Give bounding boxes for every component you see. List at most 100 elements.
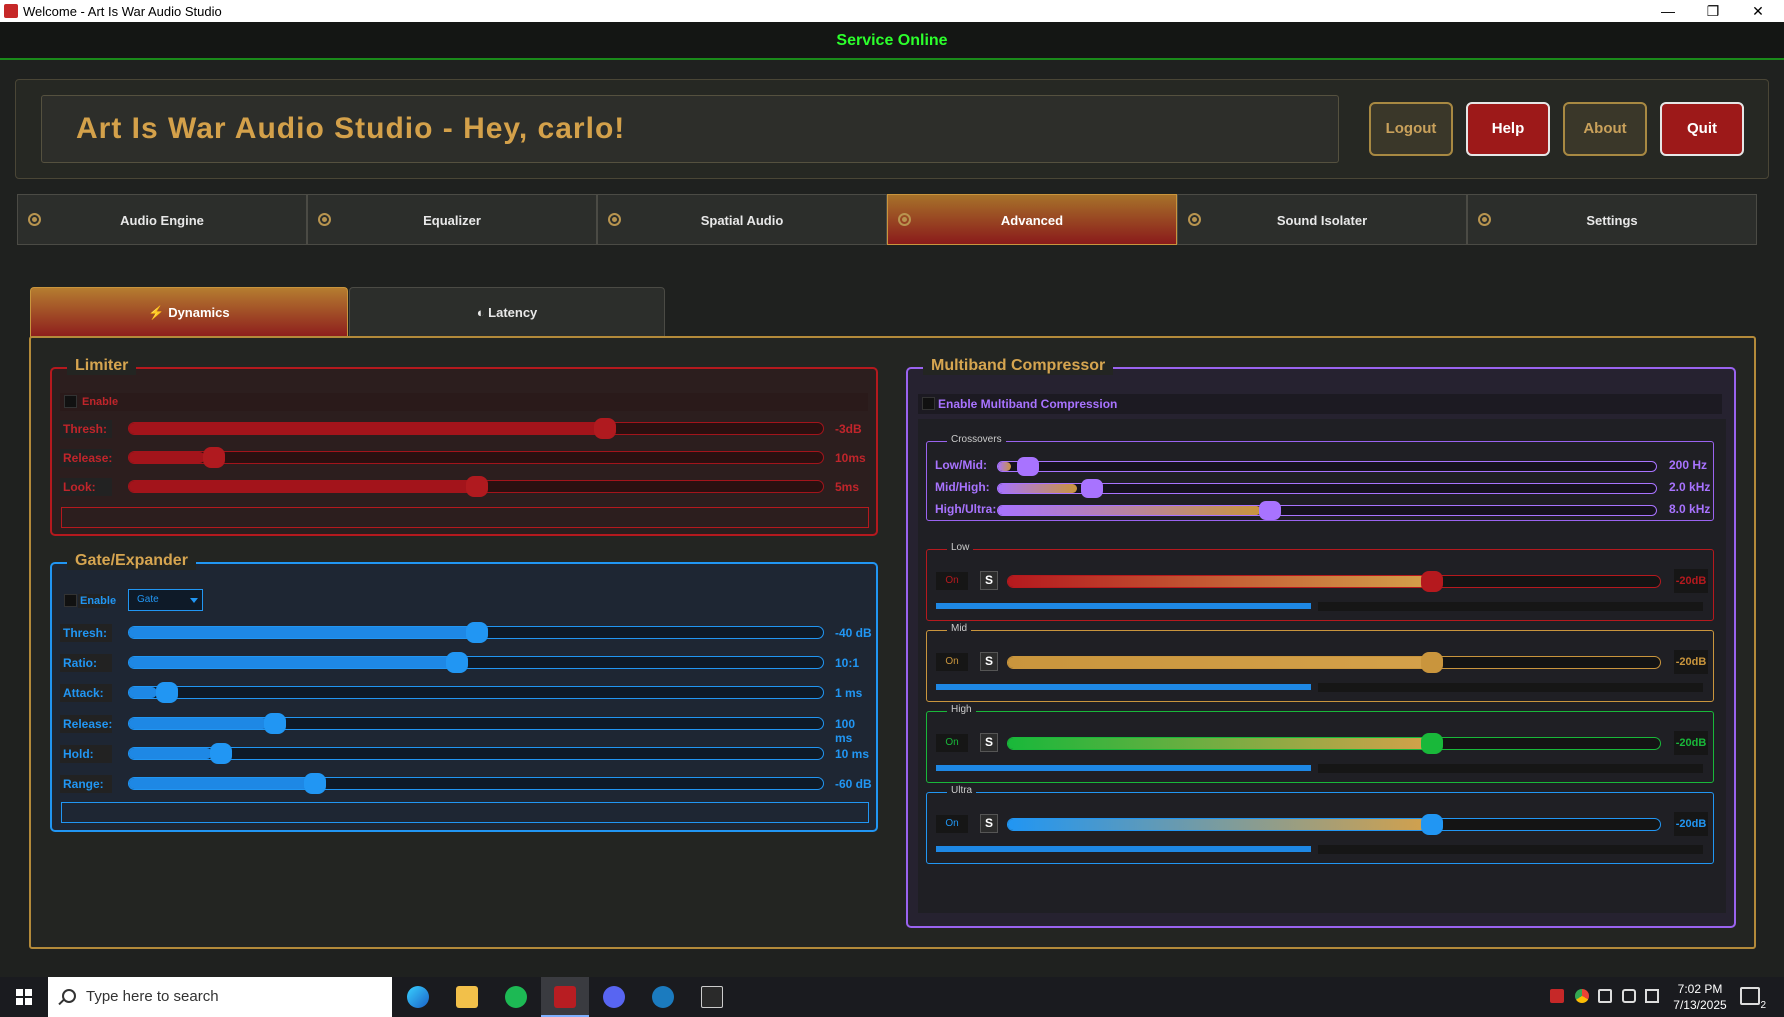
spotify-icon[interactable] (492, 977, 540, 1017)
subtab-dynamics[interactable]: ⚡ Dynamics (30, 287, 348, 337)
start-button[interactable] (0, 977, 48, 1017)
steam-icon[interactable] (639, 977, 687, 1017)
band-gain-slider-handle[interactable] (1421, 652, 1444, 673)
gate-slider-handle[interactable] (304, 773, 327, 794)
band-gain-slider[interactable] (1007, 733, 1661, 754)
volume-icon[interactable] (1598, 989, 1612, 1003)
band-meter-track (1318, 845, 1703, 854)
band-gain-slider-fill (1008, 819, 1432, 830)
art-is-war-taskbar-icon[interactable] (541, 977, 589, 1017)
limiter-meter (61, 507, 869, 528)
gate-slider-handle[interactable] (263, 712, 286, 734)
notification-icon[interactable]: 2 (1740, 987, 1766, 1011)
band-gain-slider[interactable] (1007, 571, 1661, 592)
search-placeholder: Type here to search (86, 988, 219, 1005)
usb-icon[interactable] (1622, 989, 1636, 1003)
tab-audio-engine[interactable]: Audio Engine (17, 194, 307, 245)
gate-slider-handle[interactable] (445, 652, 468, 674)
gate-slider-handle[interactable] (155, 682, 178, 704)
tab-equalizer[interactable]: Equalizer (307, 194, 597, 245)
maximize-button[interactable]: ❐ (1690, 0, 1736, 22)
gate-slider[interactable] (128, 742, 824, 764)
band-solo-button[interactable]: S (980, 652, 998, 671)
quit-button[interactable]: Quit (1660, 102, 1744, 156)
mbc-enable-row[interactable]: Enable Multiband Compression (918, 394, 1722, 414)
edge-icon[interactable] (394, 977, 442, 1017)
limiter-label: Release: (60, 449, 112, 467)
subtab-latency[interactable]: ◐ Latency (349, 287, 665, 337)
minimize-button[interactable]: — (1645, 0, 1691, 22)
crossover-slider-handle[interactable] (1259, 501, 1282, 520)
band-on-toggle[interactable]: On (936, 653, 968, 671)
limiter-slider[interactable] (128, 476, 824, 497)
band-gain-slider[interactable] (1007, 814, 1661, 835)
gate-label: Range: (60, 775, 112, 793)
gate-mode-select[interactable]: Gate (128, 589, 203, 611)
limiter-value: 10ms (835, 451, 866, 465)
crossover-slider-handle[interactable] (1080, 479, 1103, 498)
close-button[interactable]: ✕ (1735, 0, 1781, 22)
crossover-value: 200 Hz (1669, 458, 1708, 472)
limiter-slider[interactable] (128, 447, 824, 468)
band-gain-slider-handle[interactable] (1421, 814, 1444, 835)
tab-settings[interactable]: Settings (1467, 194, 1757, 245)
taskbar-clock[interactable]: 7:02 PM 7/13/2025 (1668, 981, 1732, 1013)
logout-button[interactable]: Logout (1369, 102, 1453, 156)
gate-slider-handle[interactable] (466, 622, 488, 643)
app-tray-icon[interactable] (1550, 989, 1564, 1003)
limiter-slider-handle[interactable] (594, 418, 617, 439)
gate-group: Gate/Expander Enable Gate Thresh: -40 dB R… (50, 552, 878, 832)
gate-slider-fill (129, 747, 213, 759)
gate-slider[interactable] (128, 682, 824, 704)
gate-title: Gate/Expander (67, 552, 196, 570)
band-gain-slider[interactable] (1007, 652, 1661, 673)
radio-icon (898, 213, 911, 226)
limiter-label: Thresh: (60, 420, 112, 438)
crossovers-group: Crossovers Low/Mid: 200 Hz Mid/High: 2.0 kH… (926, 434, 1714, 521)
band-gain-slider-handle[interactable] (1421, 733, 1444, 754)
help-button[interactable]: Help (1466, 102, 1550, 156)
band-on-toggle[interactable]: On (936, 734, 968, 752)
tab-label: Audio Engine (120, 213, 204, 228)
limiter-value: -3dB (835, 422, 862, 436)
crossover-slider[interactable] (997, 501, 1657, 520)
epic-games-icon[interactable] (688, 977, 736, 1017)
limiter-enable-checkbox[interactable] (64, 395, 77, 408)
limiter-slider[interactable] (128, 418, 824, 439)
gate-slider[interactable] (128, 652, 824, 674)
band-meter-track (1318, 602, 1703, 611)
discord-icon[interactable] (590, 977, 638, 1017)
tab-advanced[interactable]: Advanced (887, 194, 1177, 245)
tab-sound-isolater[interactable]: Sound Isolater (1177, 194, 1467, 245)
crossover-slider-handle[interactable] (1016, 457, 1039, 476)
gate-slider[interactable] (128, 622, 824, 643)
limiter-slider-handle[interactable] (203, 447, 226, 468)
network-icon[interactable] (1645, 989, 1659, 1003)
header-title-box: Art Is War Audio Studio - Hey, carlo! (41, 95, 1339, 163)
window-titlebar: Welcome - Art Is War Audio Studio — ❐ ✕ (0, 0, 1784, 22)
band-solo-button[interactable]: S (980, 733, 998, 752)
gate-slider[interactable] (128, 773, 824, 794)
file-explorer-icon[interactable] (443, 977, 491, 1017)
about-button[interactable]: About (1563, 102, 1647, 156)
tab-label: Settings (1586, 213, 1638, 228)
crossover-slider[interactable] (997, 479, 1657, 498)
band-on-toggle[interactable]: On (936, 572, 968, 590)
crossover-value: 8.0 kHz (1669, 502, 1711, 516)
multiband-compressor-group: Multiband Compressor Enable Multiband Co… (906, 357, 1736, 928)
gate-enable-checkbox[interactable] (64, 594, 77, 607)
band-on-toggle[interactable]: On (936, 815, 968, 833)
mbc-enable-checkbox[interactable] (922, 397, 935, 410)
gate-slider[interactable] (128, 712, 824, 734)
band-solo-button[interactable]: S (980, 571, 998, 590)
limiter-slider-handle[interactable] (466, 476, 488, 497)
mbc-enable-label: Enable Multiband Compression (938, 397, 1118, 411)
gate-slider-handle[interactable] (209, 742, 232, 764)
band-gain-slider-handle[interactable] (1421, 571, 1444, 592)
crossover-slider[interactable] (997, 457, 1657, 476)
tab-spatial-audio[interactable]: Spatial Audio (597, 194, 887, 245)
band-solo-button[interactable]: S (980, 814, 998, 833)
gate-slider-fill (129, 627, 476, 638)
taskbar-search[interactable]: Type here to search (48, 977, 392, 1017)
chrome-tray-icon[interactable] (1575, 989, 1589, 1003)
